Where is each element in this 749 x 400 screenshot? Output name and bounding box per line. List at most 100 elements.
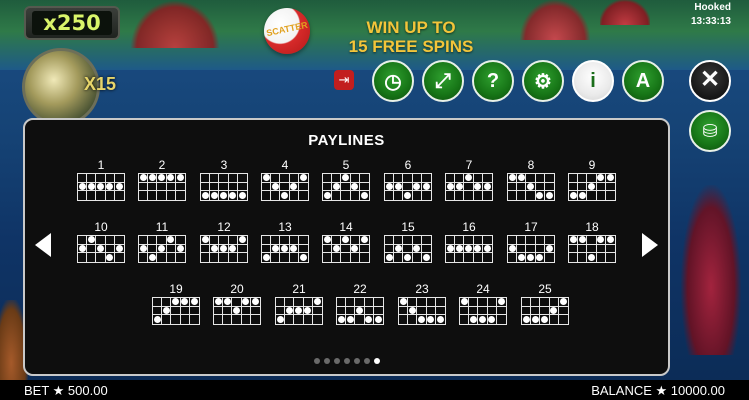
grid-cell [385, 244, 395, 254]
page-dot[interactable] [333, 358, 340, 364]
grid-cell [219, 253, 229, 262]
grid-cell [106, 191, 115, 200]
grid-cell [455, 236, 465, 245]
grid-cell [214, 306, 224, 316]
grid-cell [219, 174, 229, 183]
grid-cell [421, 236, 431, 245]
payline-14: 14 [322, 220, 370, 263]
grid-cell [446, 236, 456, 245]
grid-cell [403, 236, 413, 245]
grid-cell [473, 182, 483, 192]
grid-cell [508, 244, 518, 254]
grid-cell [175, 183, 185, 192]
dial-multiplier: X15 [84, 74, 117, 94]
payline-21: 21 [275, 282, 323, 325]
grid-cell [167, 253, 176, 262]
grid-cell [139, 253, 149, 262]
grid-cell [228, 244, 238, 254]
payline-number: 17 [524, 220, 538, 234]
grid-cell [114, 236, 124, 245]
page-dot[interactable] [373, 358, 380, 364]
grid-cell [105, 174, 115, 183]
grid-cell [214, 298, 224, 307]
payline-grid [521, 297, 569, 325]
info-icon: i [590, 69, 596, 92]
grid-cell [229, 191, 238, 200]
grid-cell [497, 315, 506, 324]
grid-cell [478, 306, 488, 316]
grid-cell [412, 174, 422, 183]
grid-cell [464, 174, 474, 183]
coins-icon[interactable]: ⛁ [689, 110, 731, 152]
grid-cell [201, 253, 211, 262]
page-dot[interactable] [363, 358, 370, 364]
grid-cell [346, 298, 356, 307]
help-button[interactable]: ? [472, 60, 514, 102]
clock: 13:33:13 [690, 16, 731, 27]
grid-cell [469, 315, 479, 324]
payline-number: 18 [585, 220, 599, 234]
grid-cell [148, 244, 158, 254]
grid-cell [531, 306, 541, 316]
grid-cell [569, 244, 579, 254]
grid-cell [166, 244, 176, 254]
payline-grid [384, 235, 432, 263]
grid-cell [426, 306, 436, 316]
grid-cell [96, 182, 106, 192]
fullscreen-button[interactable]: ⤢ [422, 60, 464, 102]
grid-cell [114, 182, 124, 192]
grid-cell [531, 298, 541, 307]
payline-16: 16 [445, 220, 493, 263]
grid-cell [341, 236, 351, 245]
previous-page-arrow-icon[interactable] [35, 233, 51, 257]
grid-cell [241, 298, 251, 307]
page-dot[interactable] [313, 358, 320, 364]
grid-cell [355, 315, 365, 324]
autospin-button[interactable]: A [622, 60, 664, 102]
grid-cell [78, 244, 88, 254]
page-dot[interactable] [323, 358, 330, 364]
grid-cell [364, 306, 374, 316]
grid-cell [578, 191, 588, 200]
grid-cell [157, 253, 167, 262]
exit-icon[interactable]: ⇥ [334, 70, 354, 90]
grid-cell [455, 174, 465, 183]
autoplay-button[interactable]: ◷ [372, 60, 414, 102]
info-button[interactable]: i [572, 60, 614, 102]
promo-line-2: 15 FREE SPINS [348, 37, 474, 56]
grid-cell [540, 315, 550, 324]
paylines-panel: PAYLINES 1 2 3 4 5 6 7 8 9 10 11 12 13 14 15 16 17 18 19 20… [23, 118, 670, 376]
grid-cell [304, 315, 313, 324]
bottom-bar: BET ★ 500.00 BALANCE ★ 10000.00 [0, 380, 749, 400]
grid-cell [219, 244, 229, 254]
clock-icon: ◷ [384, 70, 402, 93]
grid-cell [148, 182, 158, 192]
grid-cell [517, 253, 527, 262]
settings-button[interactable]: ⚙ [522, 60, 564, 102]
payline-9: 9 [568, 158, 616, 201]
grid-cell [223, 315, 233, 324]
payline-4: 4 [261, 158, 309, 201]
page-indicator [25, 358, 668, 364]
grid-cell [323, 191, 333, 200]
payline-19: 19 [152, 282, 200, 325]
payline-25: 25 [521, 282, 569, 325]
grid-cell [294, 298, 304, 307]
page-dot[interactable] [343, 358, 350, 364]
close-button[interactable]: ✕ [689, 60, 731, 102]
grid-cell [569, 191, 579, 200]
grid-cell [578, 182, 588, 192]
payline-number: 15 [401, 220, 415, 234]
page-dot[interactable] [353, 358, 360, 364]
grid-cell [87, 174, 97, 183]
grid-cell [228, 236, 238, 245]
grid-cell [385, 236, 395, 245]
grid-cell [106, 253, 115, 262]
grid-cell [180, 306, 190, 316]
grid-cell [157, 191, 167, 200]
grid-cell [587, 236, 597, 245]
grid-cell [351, 191, 360, 200]
payline-number: 5 [342, 158, 350, 172]
grid-cell [171, 315, 181, 324]
next-page-arrow-icon[interactable] [642, 233, 658, 257]
